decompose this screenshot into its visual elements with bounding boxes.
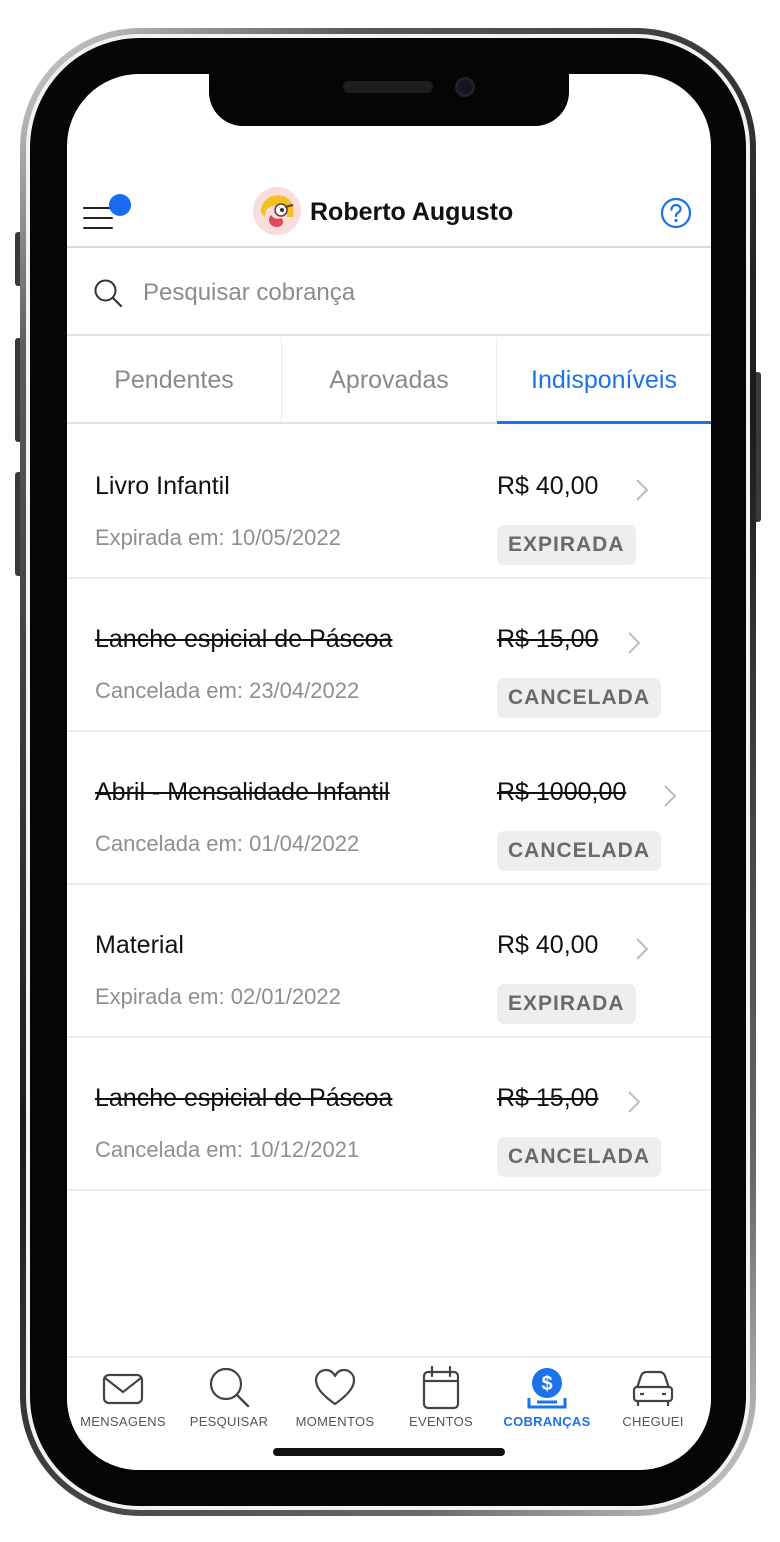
nav-item-pesquisar[interactable]: PESQUISAR — [176, 1358, 282, 1438]
envelope-icon — [102, 1373, 144, 1405]
charge-title: Lanche espicial de Páscoa — [95, 1084, 393, 1112]
nav-label: EVENTOS — [409, 1414, 473, 1429]
nav-label: CHEGUEI — [622, 1414, 684, 1429]
charge-price: R$ 40,00 — [497, 472, 599, 500]
status-badge: EXPIRADA — [497, 525, 636, 565]
help-icon[interactable] — [660, 197, 692, 229]
user-name[interactable]: Roberto Augusto — [310, 198, 513, 227]
home-indicator[interactable] — [273, 1448, 505, 1456]
nav-item-cheguei[interactable]: CHEGUEI — [600, 1358, 706, 1438]
nav-item-momentos[interactable]: MOMENTOS — [282, 1358, 388, 1438]
status-badge: EXPIRADA — [497, 984, 636, 1024]
status-badge: CANCELADA — [497, 831, 661, 871]
nav-item-cobrancas[interactable]: $ COBRANÇAS — [494, 1358, 600, 1438]
app-screen: Roberto Augusto Pendentes Aprovadas Indi… — [67, 74, 711, 1470]
tab-indisponiveis[interactable]: Indisponíveis — [496, 338, 711, 424]
nav-item-eventos[interactable]: EVENTOS — [388, 1358, 494, 1438]
charge-date: Expirada em: 10/05/2022 — [95, 525, 341, 550]
svg-text:$: $ — [541, 1373, 552, 1395]
avatar-illustration — [253, 187, 301, 235]
nav-label: COBRANÇAS — [503, 1414, 591, 1429]
charge-title: Abril - Mensalidade Infantil — [95, 778, 390, 806]
list-item[interactable]: Material Expirada em: 02/01/2022 R$ 40,0… — [67, 885, 711, 1038]
charge-date: Cancelada em: 01/04/2022 — [95, 831, 360, 856]
app-header: Roberto Augusto — [67, 182, 711, 248]
search-bar — [67, 250, 711, 336]
charge-price: R$ 15,00 — [497, 625, 599, 653]
search-input[interactable] — [143, 274, 663, 312]
list-item[interactable]: Livro Infantil Expirada em: 10/05/2022 R… — [67, 426, 711, 579]
nav-label: MENSAGENS — [80, 1414, 166, 1429]
status-tabs: Pendentes Aprovadas Indisponíveis — [67, 338, 711, 424]
charge-date: Cancelada em: 10/12/2021 — [95, 1137, 360, 1162]
calendar-icon — [422, 1366, 460, 1410]
avatar[interactable] — [253, 187, 301, 235]
charge-title: Lanche espicial de Páscoa — [95, 625, 393, 653]
search-icon — [209, 1367, 250, 1408]
heart-icon — [314, 1368, 356, 1406]
chevron-right-icon — [628, 1091, 641, 1113]
list-item[interactable]: Abril - Mensalidade Infantil Cancelada e… — [67, 732, 711, 885]
list-item[interactable]: Lanche espicial de Páscoa Cancelada em: … — [67, 1038, 711, 1191]
charge-title: Livro Infantil — [95, 472, 230, 500]
car-icon — [632, 1370, 674, 1406]
list-item[interactable]: Lanche espicial de Páscoa Cancelada em: … — [67, 579, 711, 732]
nav-item-mensagens[interactable]: MENSAGENS — [70, 1358, 176, 1438]
charge-date: Cancelada em: 23/04/2022 — [95, 678, 360, 703]
speaker — [343, 81, 433, 93]
search-icon — [94, 279, 123, 308]
tab-aprovadas[interactable]: Aprovadas — [281, 338, 496, 422]
notification-dot — [109, 194, 131, 216]
charge-price: R$ 1000,00 — [497, 778, 627, 806]
status-badge: CANCELADA — [497, 678, 661, 718]
chevron-right-icon — [628, 632, 641, 654]
charge-date: Expirada em: 02/01/2022 — [95, 984, 341, 1009]
nav-label: PESQUISAR — [189, 1414, 269, 1429]
notch — [209, 74, 569, 126]
nav-label: MOMENTOS — [295, 1414, 375, 1429]
chevron-right-icon — [636, 938, 649, 960]
front-camera — [455, 77, 475, 97]
chevron-right-icon — [636, 479, 649, 501]
dollar-icon: $ — [527, 1368, 567, 1409]
chevron-right-icon — [664, 785, 677, 807]
charges-list: Livro Infantil Expirada em: 10/05/2022 R… — [67, 426, 711, 1191]
charge-price: R$ 40,00 — [497, 931, 599, 959]
status-badge: CANCELADA — [497, 1137, 661, 1177]
charge-title: Material — [95, 931, 184, 959]
charge-price: R$ 15,00 — [497, 1084, 599, 1112]
tab-pendentes[interactable]: Pendentes — [67, 338, 281, 422]
